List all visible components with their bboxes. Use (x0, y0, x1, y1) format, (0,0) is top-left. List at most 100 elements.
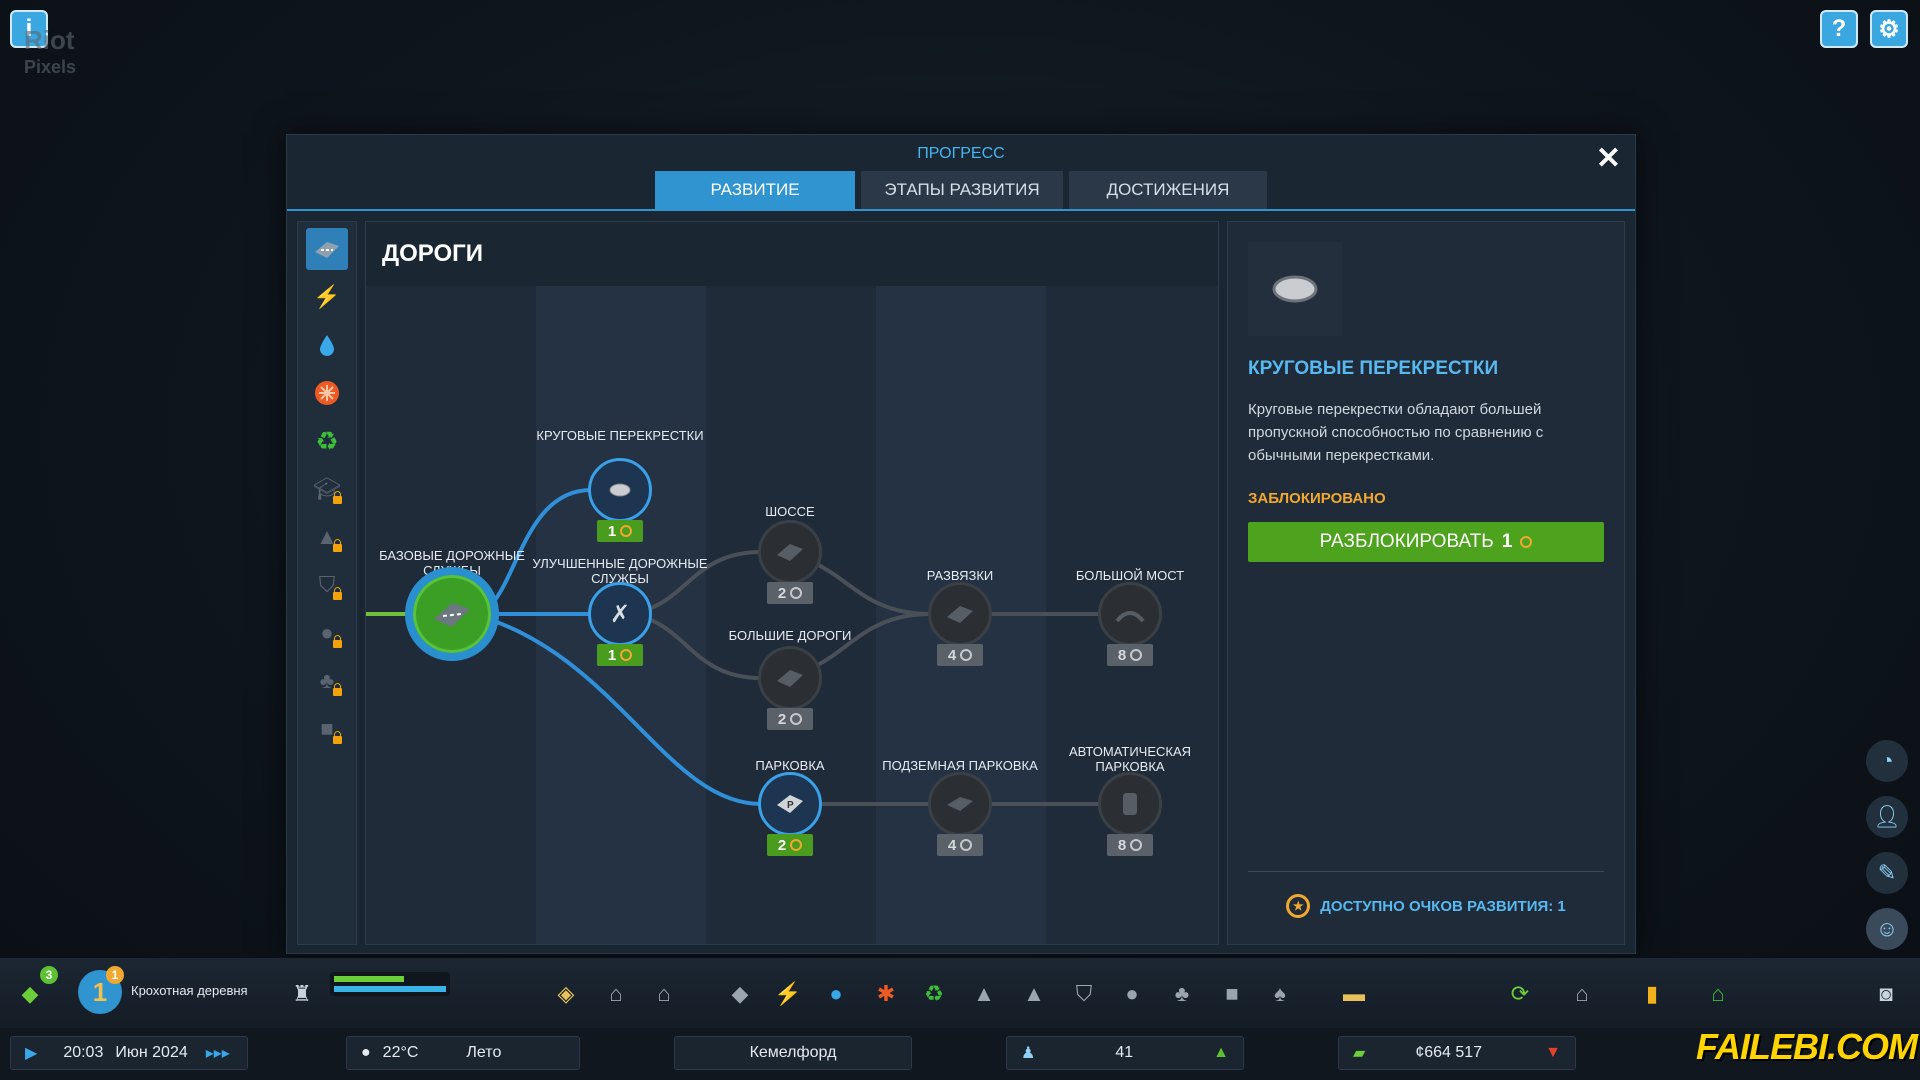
season: Лето (466, 1044, 502, 1061)
toolbar-parks[interactable]: ♣ (1164, 978, 1200, 1010)
category-parks[interactable]: ♣ (306, 660, 348, 702)
zoning-button[interactable]: ◈ (548, 978, 584, 1010)
toolbar-water[interactable]: ● (818, 978, 854, 1010)
progress-badge: 3 (40, 966, 58, 984)
dev-point-icon (790, 587, 803, 599)
tech-tree: ДОРОГИ БАЗОВЫЕ ДОРОЖНЫЕ СЛУЖБЫ КРУГОВЫЕ … (365, 221, 1219, 945)
toolbar-recycling[interactable]: ♻ (916, 978, 952, 1010)
advisor-button[interactable]: ☺ (1866, 908, 1908, 950)
screenshot-button[interactable]: ◙ (1868, 978, 1904, 1010)
stack-icon: ◆ (21, 981, 39, 1006)
node-label-underground-parking: ПОДЗЕМНАЯ ПАРКОВКА (882, 758, 1038, 773)
node-label-big-roads: БОЛЬШИЕ ДОРОГИ (728, 628, 852, 643)
city-name-pill[interactable]: Кемелфорд (674, 1036, 912, 1070)
lock-icon (333, 491, 342, 504)
money-pill[interactable]: ▰ ¢664 517 ▼ (1338, 1036, 1576, 1070)
toolbar-roads[interactable]: ◆ (722, 978, 758, 1010)
node-big-bridge[interactable] (1098, 582, 1162, 646)
tab-development-stages[interactable]: ЭТАПЫ РАЗВИТИЯ (861, 171, 1063, 209)
population-pill[interactable]: ♟ 41 ▲ (1006, 1036, 1244, 1070)
category-fire[interactable]: ● (306, 612, 348, 654)
road-icon (434, 603, 470, 627)
settlement-name: Крохотная деревня (131, 983, 248, 998)
home-icon: ⌂ (1711, 981, 1725, 1006)
watermark-site: FAILEBI.COM (1696, 1026, 1918, 1067)
highway-icon (777, 544, 803, 561)
node-parking[interactable]: P (758, 772, 822, 836)
category-security[interactable]: ⛉ (306, 564, 348, 606)
cost-badge: 8 (1107, 834, 1153, 856)
category-power[interactable]: ⚡ (306, 276, 348, 318)
tab-development[interactable]: РАЗВИТИЕ (655, 171, 855, 209)
recycle-icon: ♻ (924, 981, 944, 1006)
big-road-icon (777, 670, 803, 687)
tab-underline (287, 209, 1635, 211)
detail-icon (1248, 242, 1342, 336)
close-button[interactable]: ✕ (1596, 141, 1621, 176)
helmet-icon: ● (320, 620, 334, 645)
category-police[interactable]: ▲ (306, 516, 348, 558)
node-base-road-services[interactable] (405, 567, 499, 661)
tree-icon: ♣ (1174, 981, 1190, 1006)
money-icon: ▰ (1353, 1045, 1366, 1062)
fast-forward-button[interactable]: ▸▸▸ (206, 1043, 230, 1063)
wrench-icon: ✗ (609, 600, 631, 628)
toolbar-locked-2[interactable]: ⌂ (646, 978, 682, 1010)
building-icon: ♜ (292, 981, 312, 1006)
node-big-roads[interactable] (758, 646, 822, 710)
unlock-button[interactable]: РАЗБЛОКИРОВАТЬ 1 (1248, 522, 1604, 562)
node-improved-road-services[interactable]: ✗ (588, 582, 652, 646)
cost-badge: 4 (937, 834, 983, 856)
tab-achievements[interactable]: ДОСТИЖЕНИЯ (1069, 171, 1267, 209)
toolbar-locked-1[interactable]: ⌂ (598, 978, 634, 1010)
node-underground-parking[interactable] (928, 772, 992, 836)
category-transport[interactable]: ■ (306, 708, 348, 750)
toolbar-health[interactable]: ✱ (868, 978, 904, 1010)
toolbar-trade[interactable]: ⟳ (1502, 978, 1538, 1010)
city-hall-button[interactable]: ♜ (284, 978, 320, 1010)
toolbar-fire[interactable]: ● (1114, 978, 1150, 1010)
node-auto-parking[interactable] (1098, 772, 1162, 836)
lightning-icon: ⚡ (313, 284, 341, 309)
close-icon: ✕ (1595, 142, 1621, 175)
toolbar-security[interactable]: ⛉ (1066, 978, 1102, 1010)
toolbar-shovel[interactable]: ♠ (1262, 978, 1298, 1010)
settings-button[interactable]: ⚙ (1870, 10, 1908, 48)
node-highway[interactable] (758, 520, 822, 584)
toolbar-education[interactable]: ▲ (966, 978, 1002, 1010)
toolbar-locked-3[interactable]: ⌂ (1564, 978, 1600, 1010)
category-roads[interactable] (306, 228, 348, 270)
weather-button[interactable]: ◔ (1866, 740, 1908, 782)
bar-chart-icon: ▮ (1645, 981, 1659, 1006)
category-recycling[interactable]: ♻ (306, 420, 348, 462)
panel-title: ПРОГРЕСС (917, 145, 1005, 162)
cost-value: 4 (947, 836, 957, 854)
toolbar-transport[interactable]: ■ (1214, 978, 1250, 1010)
toolbar-power[interactable]: ⚡ (770, 978, 806, 1010)
help-icon: ? (1831, 15, 1847, 42)
toolbar-home[interactable]: ⌂ (1700, 978, 1736, 1010)
play-button[interactable]: ▶ (25, 1043, 37, 1063)
toolbar-police[interactable]: ▲ (1016, 978, 1052, 1010)
dev-point-icon (620, 649, 633, 661)
advisor-icon: ☺ (1875, 916, 1899, 941)
cost-badge: 8 (1107, 644, 1153, 666)
bulldozer-icon: ▬ (1343, 981, 1365, 1006)
help-button[interactable]: ? (1820, 10, 1858, 48)
toolbar-bulldozer[interactable]: ▬ (1336, 978, 1372, 1010)
notes-button[interactable]: ✎ (1866, 852, 1908, 894)
node-interchanges[interactable] (928, 582, 992, 646)
category-education[interactable]: 🎓︎ (306, 468, 348, 510)
trend-down-icon: ▼ (1545, 1044, 1561, 1061)
citizens-button[interactable]: 👤︎ (1866, 796, 1908, 838)
unlock-cost: 1 (1501, 531, 1513, 552)
toolbar-stats[interactable]: ▮ (1634, 978, 1670, 1010)
category-water[interactable] (306, 324, 348, 366)
shovel-icon: ♠ (1274, 981, 1286, 1006)
category-health[interactable] (306, 372, 348, 414)
available-points: ★ ДОСТУПНО ОЧКОВ РАЗВИТИЯ: 1 (1228, 894, 1624, 918)
clock-time: 20:03 (63, 1044, 104, 1061)
node-roundabouts[interactable] (588, 458, 652, 522)
fast-forward-icon: ▸▸▸ (205, 1045, 230, 1062)
progress-button[interactable]: ◆ (12, 978, 48, 1010)
